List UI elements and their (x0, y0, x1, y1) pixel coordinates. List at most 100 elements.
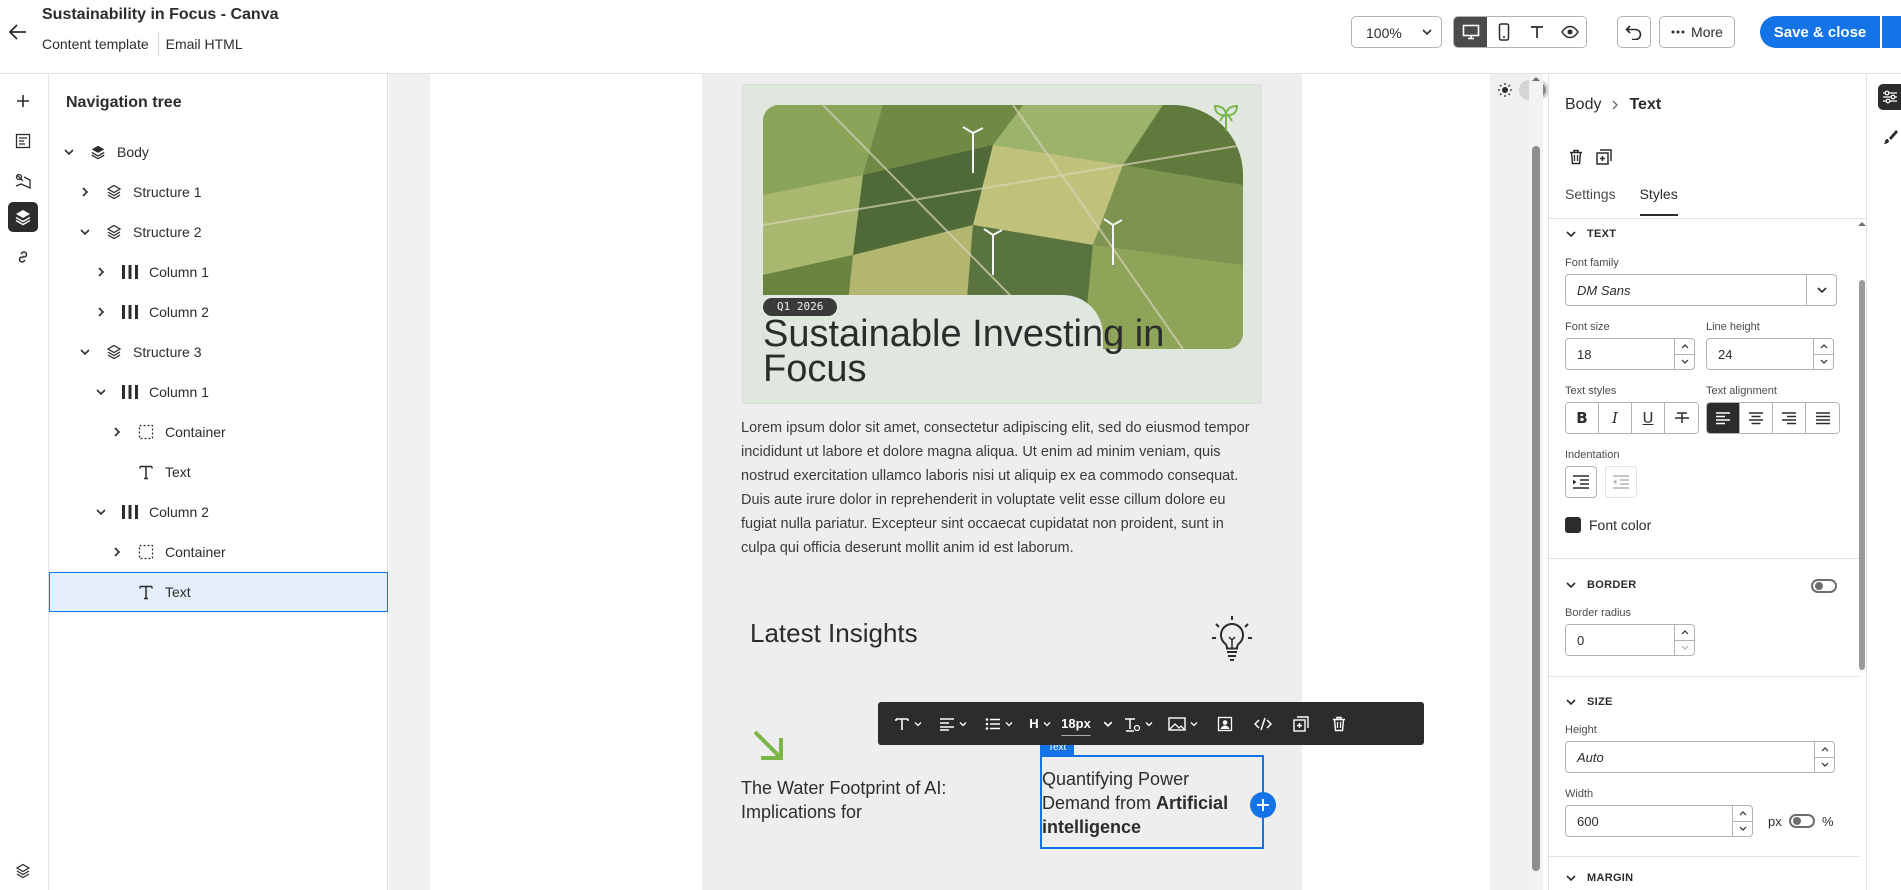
tree-item-structure-1[interactable]: Structure 1 (49, 172, 388, 212)
chevron-right-icon[interactable] (77, 184, 93, 200)
decrement-button[interactable] (1815, 756, 1834, 773)
tree-item-column-1[interactable]: Column 1 (49, 252, 388, 292)
chevron-down-icon[interactable] (61, 144, 77, 160)
delete-button[interactable] (1320, 702, 1358, 745)
tree-item-column-2[interactable]: Column 2 (49, 292, 388, 332)
delete-element-button[interactable] (1565, 146, 1587, 168)
height-input[interactable]: Auto (1565, 741, 1835, 773)
undo-button[interactable] (1617, 16, 1651, 48)
font-color-swatch[interactable] (1565, 517, 1581, 533)
chevron-down-icon[interactable] (93, 504, 109, 520)
canvas-scroll-thumb[interactable] (1532, 146, 1540, 871)
chevron-right-icon[interactable] (93, 264, 109, 280)
canvas-scrollbar[interactable] (1529, 74, 1543, 890)
increment-button[interactable] (1733, 806, 1752, 821)
line-height-input[interactable]: 24 (1706, 338, 1834, 370)
text-section-header[interactable]: TEXT (1565, 228, 1616, 240)
breadcrumb-parent[interactable]: Body (1565, 96, 1601, 114)
brush-icon[interactable] (1878, 124, 1901, 150)
font-family-dropdown[interactable] (1806, 275, 1836, 305)
back-arrow-icon[interactable] (6, 20, 30, 44)
link-icon[interactable] (8, 242, 38, 272)
chevron-down-icon[interactable] (77, 344, 93, 360)
outdent-button[interactable] (1605, 466, 1637, 498)
assets-icon[interactable] (8, 166, 38, 196)
text-type-dropdown[interactable] (886, 702, 930, 745)
font-family-select[interactable]: DM Sans (1565, 274, 1837, 306)
tab-styles[interactable]: Styles (1639, 186, 1678, 216)
save-options-button[interactable] (1882, 16, 1901, 48)
align-dropdown[interactable] (930, 702, 976, 745)
tree-item-structure-3[interactable]: Structure 3 (49, 332, 388, 372)
border-toggle[interactable] (1811, 579, 1837, 593)
chevron-down-icon[interactable] (93, 384, 109, 400)
decrement-button[interactable] (1675, 639, 1694, 656)
chevron-down-icon[interactable] (77, 224, 93, 240)
theme-toggle[interactable] (1497, 80, 1552, 100)
save-close-button[interactable]: Save & close (1760, 16, 1880, 48)
tree-item-structure-2[interactable]: Structure 2 (49, 212, 388, 252)
code-button[interactable] (1244, 702, 1282, 745)
hero-section[interactable]: Q1 2026 Sustainable Investing in Focus (742, 84, 1262, 404)
column-2-text[interactable]: Quantifying Power Demand from Artificial… (1042, 767, 1262, 839)
unit-toggle[interactable] (1789, 814, 1815, 828)
fragments-icon[interactable] (8, 126, 38, 156)
border-radius-input[interactable]: 0 (1565, 624, 1695, 656)
align-right-button[interactable] (1773, 403, 1806, 433)
layers-icon[interactable] (8, 202, 38, 232)
decrement-button[interactable] (1675, 353, 1694, 370)
increment-button[interactable] (1675, 339, 1694, 354)
selected-text-block[interactable]: Quantifying Power Demand from Artificial… (1040, 755, 1264, 849)
increment-button[interactable] (1814, 339, 1833, 354)
list-dropdown[interactable] (976, 702, 1022, 745)
preview-button[interactable] (1553, 17, 1586, 47)
sliders-icon[interactable] (1878, 84, 1901, 110)
align-justify-button[interactable] (1806, 403, 1839, 433)
hero-title[interactable]: Sustainable Investing in Focus (763, 315, 1183, 388)
add-icon[interactable] (8, 86, 38, 116)
width-input[interactable]: 600 (1565, 805, 1753, 837)
column-1-text[interactable]: The Water Footprint of AI: Implications … (741, 776, 981, 824)
margin-section-header[interactable]: MARGIN (1565, 872, 1633, 884)
properties-scroll-thumb[interactable] (1859, 280, 1865, 670)
decrement-button[interactable] (1814, 353, 1833, 370)
tree-item-column-2[interactable]: Column 2 (49, 492, 388, 532)
tree-item-text[interactable]: Text (49, 452, 388, 492)
font-size-dropdown[interactable]: 18px (1058, 702, 1116, 745)
underline-button[interactable]: U (1632, 403, 1665, 433)
indent-button[interactable] (1565, 466, 1597, 498)
font-color-label[interactable]: Font color (1589, 517, 1651, 533)
tab-settings[interactable]: Settings (1565, 186, 1616, 216)
chevron-right-icon[interactable] (109, 424, 125, 440)
tree-item-container[interactable]: Container (49, 412, 388, 452)
section-heading[interactable]: Latest Insights (750, 618, 918, 649)
increment-button[interactable] (1675, 625, 1694, 640)
desktop-view-button[interactable] (1454, 17, 1487, 47)
align-center-button[interactable] (1740, 403, 1773, 433)
increment-button[interactable] (1815, 742, 1834, 757)
personalize-button[interactable] (1206, 702, 1244, 745)
clear-format-dropdown[interactable] (1116, 702, 1160, 745)
font-size-input[interactable]: 18 (1565, 338, 1695, 370)
chevron-right-icon[interactable] (109, 544, 125, 560)
strikethrough-button[interactable] (1665, 403, 1698, 433)
bold-button[interactable]: B (1566, 403, 1599, 433)
tree-item-text-selected[interactable]: Text (49, 572, 388, 612)
chevron-right-icon[interactable] (93, 304, 109, 320)
mobile-view-button[interactable] (1487, 17, 1520, 47)
italic-button[interactable]: I (1599, 403, 1632, 433)
more-button[interactable]: More (1659, 16, 1735, 48)
text-view-button[interactable] (1520, 17, 1553, 47)
tree-item-column-1[interactable]: Column 1 (49, 372, 388, 412)
add-component-button[interactable] (1250, 792, 1276, 818)
image-dropdown[interactable] (1160, 702, 1206, 745)
intro-paragraph[interactable]: Lorem ipsum dolor sit amet, consectetur … (741, 416, 1261, 560)
tree-item-container[interactable]: Container (49, 532, 388, 572)
tree-item-body[interactable]: Body (49, 132, 388, 172)
decrement-button[interactable] (1733, 820, 1752, 837)
duplicate-element-button[interactable] (1593, 146, 1615, 168)
layers-stack-icon[interactable] (8, 856, 38, 886)
align-left-button[interactable] (1707, 403, 1740, 433)
border-section-header[interactable]: BORDER (1565, 579, 1636, 591)
email-body[interactable]: Q1 2026 Sustainable Investing in Focus L… (702, 74, 1302, 890)
